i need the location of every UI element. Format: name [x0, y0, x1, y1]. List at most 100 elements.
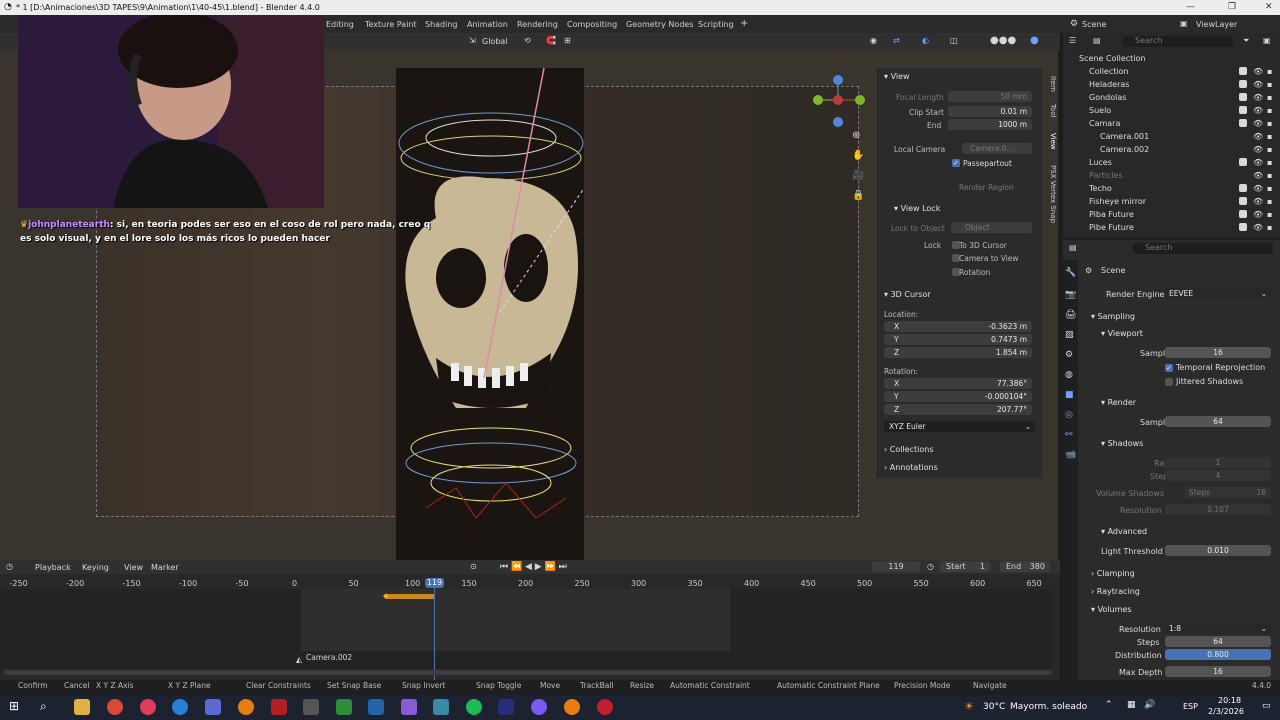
timeline-ruler[interactable]: -250 -200 -150 -100 -50 0 50 100 150 200 250 300 350…: [0, 560, 1060, 590]
app-icon-4[interactable]: [336, 699, 352, 715]
camera-marker-icon[interactable]: ◭: [296, 655, 302, 664]
pan-hand-icon[interactable]: ✋: [852, 150, 864, 161]
clock-date[interactable]: 2/3/2026: [1208, 707, 1244, 716]
app-icon-3[interactable]: [303, 699, 319, 715]
add-workspace-icon[interactable]: +: [740, 18, 748, 29]
viewport-samples-field[interactable]: 16: [1165, 347, 1271, 358]
outliner-row-camera-002[interactable]: Camera.002 👁 ▪: [1063, 143, 1280, 156]
tab-compositing[interactable]: Compositing: [567, 20, 617, 29]
blender-active-icon[interactable]: [564, 699, 580, 715]
properties-editor-icon[interactable]: ▤: [1069, 243, 1077, 252]
volume-icon[interactable]: 🔊: [1144, 700, 1155, 710]
blender-taskbar-icon[interactable]: [238, 699, 254, 715]
outliner-row-camera-001[interactable]: Camera.001 👁 ▪: [1063, 130, 1280, 143]
playhead-frame-label[interactable]: 119: [425, 578, 444, 588]
scene-tab-icon[interactable]: ⚙: [1065, 350, 1073, 360]
rays-field[interactable]: 1: [1165, 457, 1271, 468]
properties-search[interactable]: Search: [1133, 243, 1273, 254]
app-icon-7[interactable]: [433, 699, 449, 715]
sampling-header[interactable]: ▾ Sampling: [1091, 312, 1135, 321]
weather-temp[interactable]: 30°C: [983, 702, 1005, 712]
app-icon-5[interactable]: [368, 699, 384, 715]
render-tab-icon[interactable]: 📷: [1065, 290, 1076, 300]
app-icon-6[interactable]: [401, 699, 417, 715]
data-tab-icon[interactable]: 📹: [1065, 450, 1076, 460]
snap-target-icon[interactable]: ⊞: [564, 36, 571, 45]
network-icon[interactable]: ▦: [1127, 700, 1136, 710]
render-region-label[interactable]: Render Region: [959, 183, 1014, 192]
temporal-checkbox[interactable]: ✓: [1165, 364, 1173, 372]
outliner-row-luces[interactable]: Luces 👁 ▪: [1063, 156, 1280, 169]
opera-icon[interactable]: [140, 699, 156, 715]
playhead-line[interactable]: [434, 584, 435, 680]
tab-texture-paint[interactable]: Texture Paint: [365, 20, 417, 29]
annotations-header[interactable]: › Annotations: [884, 463, 938, 472]
steps-field[interactable]: 4: [1165, 470, 1271, 481]
app-icon-9[interactable]: [597, 699, 613, 715]
minimize-icon[interactable]: —: [1186, 2, 1195, 12]
outliner-search[interactable]: Search: [1123, 36, 1233, 47]
keyframe-bar[interactable]: [386, 594, 434, 599]
language-indicator[interactable]: ESP: [1183, 702, 1198, 711]
camera-marker-label[interactable]: Camera.002: [306, 653, 352, 662]
zoom-icon[interactable]: ⊕: [852, 130, 860, 141]
clip-end-field[interactable]: 1000 m: [948, 119, 1032, 130]
pivot-icon[interactable]: ⟲: [524, 36, 531, 45]
focal-length-field[interactable]: 50 mm: [948, 91, 1032, 102]
world-tab-icon[interactable]: ◍: [1065, 370, 1073, 380]
view-lock-header[interactable]: ▾ View Lock: [894, 204, 940, 213]
tab-tool[interactable]: Tool: [1045, 104, 1057, 118]
tab-editing[interactable]: Editing: [326, 20, 354, 29]
notification-icon[interactable]: ▭: [1262, 701, 1271, 711]
tab-item[interactable]: Item: [1045, 76, 1057, 92]
outliner-row-heladeras[interactable]: Heladeras 👁 ▪: [1063, 78, 1280, 91]
cursor-rz-field[interactable]: Z 207.77°: [884, 404, 1032, 415]
maximize-icon[interactable]: ❐: [1228, 2, 1236, 12]
cursor-y-field[interactable]: Y 0.7473 m: [884, 334, 1032, 345]
rotation-mode-dropdown[interactable]: XYZ Euler ⌄: [884, 421, 1035, 432]
outliner-row-suelo[interactable]: Suelo 👁 ▪: [1063, 104, 1280, 117]
outliner-row-pibe-future[interactable]: Pibe Future 👁 ▪: [1063, 221, 1280, 234]
cursor-rx-field[interactable]: X 77.386°: [884, 378, 1032, 389]
timeline-scrollbar[interactable]: [4, 670, 1052, 675]
clock-time[interactable]: 20:18: [1218, 696, 1241, 705]
outliner-row-scene-collection[interactable]: Scene Collection: [1063, 52, 1280, 65]
view-layer-name[interactable]: ViewLayer: [1196, 20, 1237, 29]
render-subheader[interactable]: ▾ Render: [1101, 398, 1136, 407]
view-section-header[interactable]: ▾ View: [884, 72, 910, 81]
jittered-checkbox[interactable]: [1165, 378, 1173, 386]
discord-icon[interactable]: [531, 699, 547, 715]
constraints-tab-icon[interactable]: ⚯: [1065, 430, 1073, 440]
orientation-dropdown[interactable]: Global: [482, 37, 508, 46]
display-mode-icon[interactable]: ▤: [1093, 36, 1101, 45]
tray-arrow-icon[interactable]: ⌃: [1105, 700, 1113, 710]
windows-start-icon[interactable]: ⊞: [9, 699, 19, 713]
visibility-icon[interactable]: ◉: [870, 36, 877, 45]
weather-desc[interactable]: Mayorm. soleado: [1010, 702, 1087, 712]
max-depth-field[interactable]: 16: [1165, 666, 1271, 677]
lock-icon[interactable]: 🔒: [852, 190, 864, 201]
collections-header[interactable]: › Collections: [884, 445, 934, 454]
camera-view-icon[interactable]: 🎥: [852, 170, 864, 181]
volume-shadows-steps-field[interactable]: Steps 16: [1185, 487, 1271, 498]
volume-resolution-dropdown[interactable]: 1:8 ⌄: [1165, 623, 1271, 634]
tab-view[interactable]: View: [1045, 133, 1057, 150]
overlay-icon[interactable]: ◐: [922, 36, 929, 45]
shadow-resolution-field[interactable]: 0.107: [1165, 504, 1271, 515]
lock-object-field[interactable]: Object: [951, 222, 1032, 233]
navigation-gizmo[interactable]: [808, 75, 868, 135]
outliner-row-techo[interactable]: Techo 👁 ▪: [1063, 182, 1280, 195]
volumes-header[interactable]: ▾ Volumes: [1091, 605, 1131, 614]
file-explorer-icon[interactable]: [74, 699, 90, 715]
volume-steps-field[interactable]: 64: [1165, 636, 1271, 647]
edge-icon[interactable]: [172, 699, 188, 715]
output-tab-icon[interactable]: 🖨: [1065, 310, 1076, 320]
shading-solid-icon[interactable]: ●●●: [990, 35, 1016, 46]
outliner-row-piba-future[interactable]: Piba Future 👁 ▪: [1063, 208, 1280, 221]
physics-tab-icon[interactable]: ◎: [1065, 410, 1073, 420]
tab-animation[interactable]: Animation: [467, 20, 508, 29]
tab-geometry-nodes[interactable]: Geometry Nodes: [626, 20, 693, 29]
object-tab-icon[interactable]: ■: [1065, 390, 1074, 400]
3d-cursor-header[interactable]: ▾ 3D Cursor: [884, 290, 931, 299]
close-icon[interactable]: ✕: [1265, 2, 1273, 12]
